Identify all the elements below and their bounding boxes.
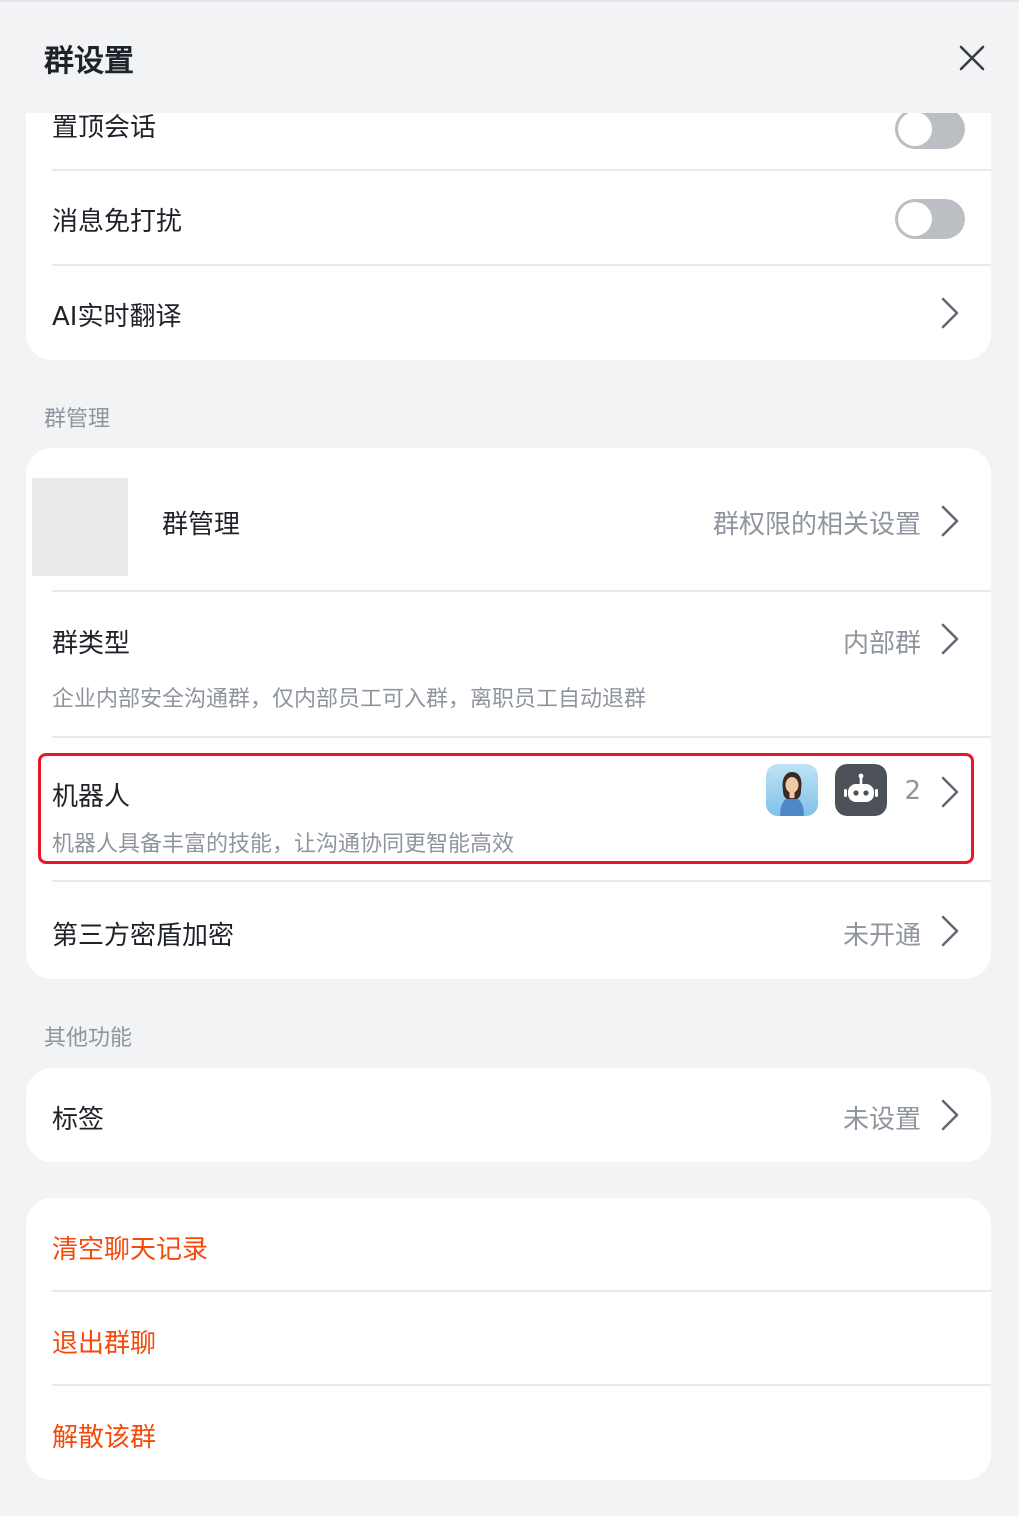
robots-count: 2 <box>904 776 921 806</box>
mute-notifications-label: 消息免打扰 <box>52 207 183 237</box>
group-type-row[interactable]: 群类型 内部群 企业内部安全沟通群，仅内部员工可入群，离职员工自动退群 <box>26 592 991 736</box>
group-avatar <box>32 478 128 576</box>
clear-history-button[interactable]: 清空聊天记录 <box>26 1198 991 1290</box>
robots-row[interactable]: 机器人 机器人具备丰富的技能，让沟通协同更智能高效 2 <box>26 738 991 880</box>
pin-chat-toggle[interactable] <box>895 109 965 149</box>
mute-notifications-row[interactable]: 消息免打扰 <box>26 171 991 264</box>
tags-label: 标签 <box>52 1105 105 1135</box>
chevron-right-icon <box>941 1099 959 1131</box>
page-title: 群设置 <box>44 44 134 79</box>
person-avatar-icon <box>766 764 818 816</box>
mute-notifications-toggle[interactable] <box>895 199 965 239</box>
encryption-value: 未开通 <box>842 921 921 951</box>
chevron-right-icon <box>941 776 959 808</box>
group-manage-row[interactable]: 群管理 群权限的相关设置 <box>26 448 991 590</box>
group-management-card: 群管理 群权限的相关设置 群类型 内部群 企业内部安全沟通群，仅内部员工可入群，… <box>26 448 991 979</box>
chevron-right-icon <box>941 915 959 947</box>
group-manage-value: 群权限的相关设置 <box>712 510 921 540</box>
chevron-right-icon <box>941 505 959 537</box>
chevron-right-icon <box>941 297 959 329</box>
group-type-label: 群类型 <box>52 629 131 659</box>
encryption-row[interactable]: 第三方密盾加密 未开通 <box>26 882 991 979</box>
close-button[interactable] <box>952 38 992 78</box>
leave-group-label: 退出群聊 <box>52 1329 157 1359</box>
dissolve-group-button[interactable]: 解散该群 <box>26 1386 991 1480</box>
section-title-other-features: 其他功能 <box>44 1026 133 1051</box>
tags-row[interactable]: 标签 未设置 <box>26 1068 991 1162</box>
header: 群设置 <box>0 0 1019 113</box>
robots-label: 机器人 <box>52 782 131 812</box>
robots-description: 机器人具备丰富的技能，让沟通协同更智能高效 <box>52 832 515 857</box>
leave-group-button[interactable]: 退出群聊 <box>26 1292 991 1384</box>
ai-translation-row[interactable]: AI实时翻译 <box>26 266 991 360</box>
encryption-label: 第三方密盾加密 <box>52 921 235 951</box>
robot-icon <box>835 764 887 816</box>
chevron-right-icon <box>941 623 959 655</box>
group-type-description: 企业内部安全沟通群，仅内部员工可入群，离职员工自动退群 <box>52 687 647 712</box>
dissolve-group-label: 解散该群 <box>52 1423 157 1453</box>
section-title-group-management: 群管理 <box>44 407 111 432</box>
clear-history-label: 清空聊天记录 <box>52 1235 209 1265</box>
danger-actions-card: 清空聊天记录 退出群聊 解散该群 <box>26 1198 991 1480</box>
tags-value: 未设置 <box>842 1105 921 1135</box>
ai-translation-label: AI实时翻译 <box>52 302 182 332</box>
other-features-card: 标签 未设置 <box>26 1068 991 1162</box>
close-icon <box>959 45 985 71</box>
group-manage-label: 群管理 <box>162 510 241 540</box>
group-type-value: 内部群 <box>842 629 921 659</box>
group-settings-panel: 群设置 置顶会话 消息免打扰 AI实时翻译 群管理 群管理 群权限的相关设置 群… <box>0 0 1019 1516</box>
